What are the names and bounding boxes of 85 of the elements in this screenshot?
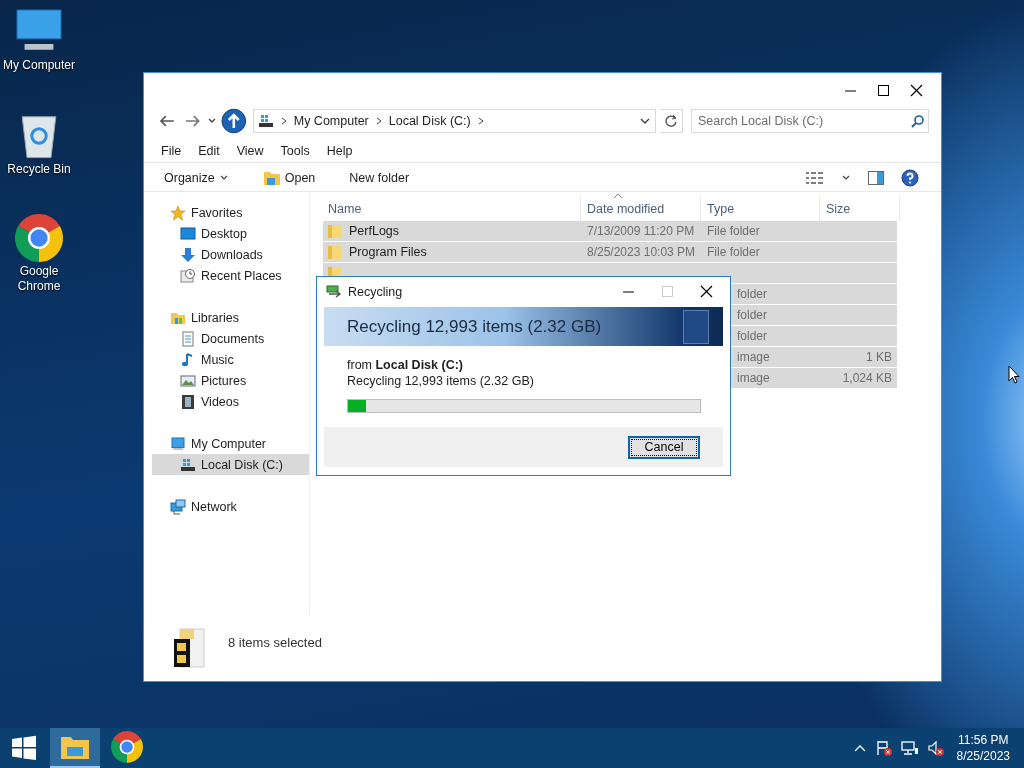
network-icon [170, 498, 186, 515]
nav-item[interactable]: Local Disk (C:) [152, 454, 309, 475]
nav-item[interactable]: Libraries [152, 307, 309, 328]
file-name: PerfLogs [349, 224, 400, 238]
nav-item[interactable]: Recent Places [152, 265, 309, 286]
recycle-icon [326, 285, 342, 299]
chrome-icon [111, 731, 143, 763]
download-arrow-icon [180, 246, 196, 263]
dialog-title: Recycling [348, 285, 403, 299]
clock-icon [180, 267, 196, 284]
file-row[interactable]: PerfLogs 7/13/2009 11:20 PM File folder [323, 221, 897, 241]
detail-text: Recycling 12,993 items (2.32 GB) [347, 373, 535, 389]
toolbar-button[interactable]: New folder [343, 169, 416, 187]
toolbar-button[interactable]: Organize [158, 169, 235, 187]
desktop-icon[interactable]: My Computer [0, 8, 78, 73]
view-list-icon[interactable] [805, 171, 825, 185]
address-bar[interactable]: My Computer Local Disk (C:) [252, 109, 657, 133]
table-cell: File folder [707, 224, 760, 238]
chevron-icon [476, 116, 485, 126]
speaker-muted-icon[interactable] [926, 739, 945, 757]
clock[interactable]: 11:56 PM 8/25/2023 [952, 732, 1024, 764]
menu-item[interactable]: View [236, 144, 264, 162]
table-cell: folder [737, 308, 768, 322]
nav-item[interactable]: Desktop [152, 223, 309, 244]
folder-icon [327, 244, 343, 260]
nav-item[interactable]: Pictures [152, 370, 309, 391]
picture-icon [180, 372, 196, 389]
computer-icon [170, 435, 186, 452]
file-row[interactable]: Program Files 8/25/2023 10:03 PM File folder [323, 242, 897, 262]
search-icon [911, 114, 925, 128]
help-icon[interactable] [901, 169, 919, 187]
table-cell: image [737, 350, 770, 364]
preview-pane-icon[interactable] [867, 170, 885, 186]
folder-icon [327, 223, 343, 239]
windows-logo-icon[interactable] [11, 735, 37, 761]
breadcrumb[interactable]: My Computer [293, 114, 369, 128]
dialog-heading: Recycling 12,993 items (2.32 GB) [347, 316, 602, 337]
refresh-button[interactable] [660, 109, 683, 133]
menu-item[interactable]: Edit [198, 144, 220, 162]
folder-icon [60, 734, 90, 760]
drive-icon [180, 456, 196, 473]
folder-icon [262, 170, 281, 186]
breadcrumb[interactable]: Local Disk (C:) [388, 114, 471, 128]
drive-icon [257, 113, 274, 129]
chevron-icon [279, 116, 288, 126]
nav-item[interactable]: Documents [152, 328, 309, 349]
files-icon [172, 627, 206, 669]
document-icon [180, 330, 196, 347]
status-text: 8 items selected [228, 634, 322, 650]
network-icon[interactable] [900, 740, 919, 756]
star-icon [170, 204, 186, 221]
table-cell: 7/13/2009 11:20 PM [587, 224, 695, 238]
clock-time: 11:56 PM [958, 732, 1009, 748]
table-cell: File folder [707, 245, 760, 259]
nav-item[interactable]: Network [152, 496, 309, 517]
film-icon [180, 393, 196, 410]
menu-item[interactable]: Tools [280, 144, 310, 162]
source-text: from Local Disk (C:) [347, 357, 464, 373]
file-name: Program Files [349, 245, 427, 259]
table-cell: 8/25/2023 10:03 PM [587, 245, 696, 259]
glass-panel-drawing [683, 309, 709, 344]
desktop-icon[interactable]: Recycle Bin [0, 112, 78, 177]
table-cell: image [737, 371, 770, 385]
desktop-icon[interactable]: Google Chrome [0, 214, 78, 294]
mouse-cursor-icon [1008, 365, 1020, 384]
nav-item[interactable]: Videos [152, 391, 309, 412]
toolbar-button[interactable]: Open [256, 168, 322, 188]
flag-icon[interactable] [874, 739, 893, 757]
cancel-button[interactable]: Cancel [628, 435, 700, 459]
table-cell: 1,024 KB [842, 371, 892, 385]
nav-item[interactable]: Favorites [152, 202, 309, 223]
nav-item[interactable]: My Computer [152, 433, 309, 454]
desktop-icon [180, 225, 196, 242]
table-cell: folder [737, 287, 768, 301]
menu-item[interactable]: Help [326, 144, 353, 162]
table-cell: folder [737, 329, 768, 343]
menu-item[interactable]: File [161, 144, 182, 162]
nav-item[interactable]: Music [152, 349, 309, 370]
nav-item[interactable]: Downloads [152, 244, 309, 265]
refresh-icon [664, 114, 679, 128]
table-cell: 1 KB [866, 350, 892, 364]
clock-date: 8/25/2023 [956, 748, 1010, 764]
chevron-icon [374, 116, 383, 126]
search-field[interactable]: Search Local Disk (C:) [691, 109, 929, 133]
chrome-icon[interactable] [15, 214, 63, 262]
